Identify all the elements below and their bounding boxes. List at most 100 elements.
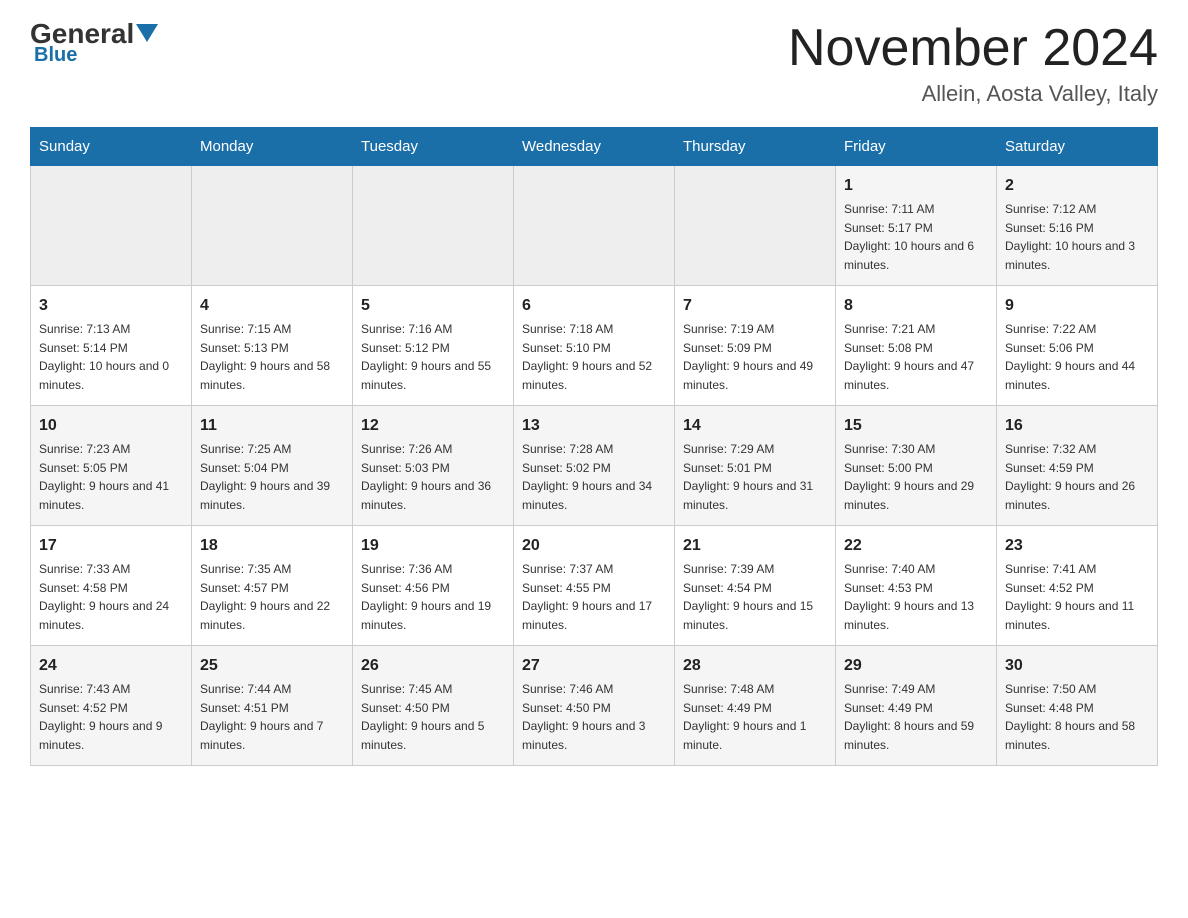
- calendar-cell: 25Sunrise: 7:44 AM Sunset: 4:51 PM Dayli…: [192, 646, 353, 766]
- calendar-cell: 21Sunrise: 7:39 AM Sunset: 4:54 PM Dayli…: [675, 526, 836, 646]
- day-info: Sunrise: 7:43 AM Sunset: 4:52 PM Dayligh…: [39, 680, 183, 754]
- day-number: 27: [522, 654, 666, 678]
- day-number: 28: [683, 654, 827, 678]
- col-tuesday: Tuesday: [353, 128, 514, 166]
- calendar-cell: [353, 166, 514, 286]
- calendar-cell: 13Sunrise: 7:28 AM Sunset: 5:02 PM Dayli…: [514, 406, 675, 526]
- calendar-row: 1Sunrise: 7:11 AM Sunset: 5:17 PM Daylig…: [31, 166, 1158, 286]
- calendar-cell: 20Sunrise: 7:37 AM Sunset: 4:55 PM Dayli…: [514, 526, 675, 646]
- calendar-header: Sunday Monday Tuesday Wednesday Thursday…: [31, 128, 1158, 166]
- day-number: 30: [1005, 654, 1149, 678]
- calendar-cell: [675, 166, 836, 286]
- calendar-cell: 2Sunrise: 7:12 AM Sunset: 5:16 PM Daylig…: [997, 166, 1158, 286]
- day-info: Sunrise: 7:18 AM Sunset: 5:10 PM Dayligh…: [522, 320, 666, 394]
- calendar-cell: 17Sunrise: 7:33 AM Sunset: 4:58 PM Dayli…: [31, 526, 192, 646]
- day-number: 16: [1005, 414, 1149, 438]
- day-info: Sunrise: 7:30 AM Sunset: 5:00 PM Dayligh…: [844, 440, 988, 514]
- calendar-cell: 22Sunrise: 7:40 AM Sunset: 4:53 PM Dayli…: [836, 526, 997, 646]
- calendar-cell: 9Sunrise: 7:22 AM Sunset: 5:06 PM Daylig…: [997, 286, 1158, 406]
- day-info: Sunrise: 7:19 AM Sunset: 5:09 PM Dayligh…: [683, 320, 827, 394]
- day-number: 7: [683, 294, 827, 318]
- calendar-cell: 11Sunrise: 7:25 AM Sunset: 5:04 PM Dayli…: [192, 406, 353, 526]
- day-number: 22: [844, 534, 988, 558]
- day-info: Sunrise: 7:35 AM Sunset: 4:57 PM Dayligh…: [200, 560, 344, 634]
- calendar-cell: 8Sunrise: 7:21 AM Sunset: 5:08 PM Daylig…: [836, 286, 997, 406]
- day-number: 3: [39, 294, 183, 318]
- calendar-cell: 15Sunrise: 7:30 AM Sunset: 5:00 PM Dayli…: [836, 406, 997, 526]
- day-info: Sunrise: 7:21 AM Sunset: 5:08 PM Dayligh…: [844, 320, 988, 394]
- day-info: Sunrise: 7:33 AM Sunset: 4:58 PM Dayligh…: [39, 560, 183, 634]
- day-number: 21: [683, 534, 827, 558]
- day-number: 9: [1005, 294, 1149, 318]
- calendar-cell: 29Sunrise: 7:49 AM Sunset: 4:49 PM Dayli…: [836, 646, 997, 766]
- calendar-cell: 16Sunrise: 7:32 AM Sunset: 4:59 PM Dayli…: [997, 406, 1158, 526]
- day-number: 5: [361, 294, 505, 318]
- calendar-cell: [192, 166, 353, 286]
- calendar-cell: 23Sunrise: 7:41 AM Sunset: 4:52 PM Dayli…: [997, 526, 1158, 646]
- day-number: 24: [39, 654, 183, 678]
- day-info: Sunrise: 7:32 AM Sunset: 4:59 PM Dayligh…: [1005, 440, 1149, 514]
- day-number: 6: [522, 294, 666, 318]
- logo: General Blue: [30, 20, 158, 67]
- day-number: 20: [522, 534, 666, 558]
- day-info: Sunrise: 7:41 AM Sunset: 4:52 PM Dayligh…: [1005, 560, 1149, 634]
- col-saturday: Saturday: [997, 128, 1158, 166]
- calendar-cell: 3Sunrise: 7:13 AM Sunset: 5:14 PM Daylig…: [31, 286, 192, 406]
- calendar-cell: [514, 166, 675, 286]
- calendar-table: Sunday Monday Tuesday Wednesday Thursday…: [30, 127, 1158, 766]
- calendar-cell: 27Sunrise: 7:46 AM Sunset: 4:50 PM Dayli…: [514, 646, 675, 766]
- day-info: Sunrise: 7:39 AM Sunset: 4:54 PM Dayligh…: [683, 560, 827, 634]
- day-info: Sunrise: 7:12 AM Sunset: 5:16 PM Dayligh…: [1005, 200, 1149, 274]
- day-number: 8: [844, 294, 988, 318]
- day-info: Sunrise: 7:15 AM Sunset: 5:13 PM Dayligh…: [200, 320, 344, 394]
- title-area: November 2024 Allein, Aosta Valley, Ital…: [788, 20, 1158, 107]
- day-number: 10: [39, 414, 183, 438]
- day-number: 18: [200, 534, 344, 558]
- day-info: Sunrise: 7:50 AM Sunset: 4:48 PM Dayligh…: [1005, 680, 1149, 754]
- day-info: Sunrise: 7:37 AM Sunset: 4:55 PM Dayligh…: [522, 560, 666, 634]
- calendar-row: 3Sunrise: 7:13 AM Sunset: 5:14 PM Daylig…: [31, 286, 1158, 406]
- day-info: Sunrise: 7:36 AM Sunset: 4:56 PM Dayligh…: [361, 560, 505, 634]
- day-info: Sunrise: 7:28 AM Sunset: 5:02 PM Dayligh…: [522, 440, 666, 514]
- location-title: Allein, Aosta Valley, Italy: [788, 81, 1158, 107]
- day-number: 15: [844, 414, 988, 438]
- day-number: 2: [1005, 174, 1149, 198]
- calendar-cell: [31, 166, 192, 286]
- logo-blue: Blue: [34, 44, 77, 67]
- day-number: 23: [1005, 534, 1149, 558]
- calendar-cell: 18Sunrise: 7:35 AM Sunset: 4:57 PM Dayli…: [192, 526, 353, 646]
- calendar-row: 10Sunrise: 7:23 AM Sunset: 5:05 PM Dayli…: [31, 406, 1158, 526]
- calendar-cell: 19Sunrise: 7:36 AM Sunset: 4:56 PM Dayli…: [353, 526, 514, 646]
- calendar-body: 1Sunrise: 7:11 AM Sunset: 5:17 PM Daylig…: [31, 166, 1158, 766]
- day-info: Sunrise: 7:49 AM Sunset: 4:49 PM Dayligh…: [844, 680, 988, 754]
- day-info: Sunrise: 7:26 AM Sunset: 5:03 PM Dayligh…: [361, 440, 505, 514]
- day-number: 19: [361, 534, 505, 558]
- calendar-cell: 1Sunrise: 7:11 AM Sunset: 5:17 PM Daylig…: [836, 166, 997, 286]
- calendar-cell: 26Sunrise: 7:45 AM Sunset: 4:50 PM Dayli…: [353, 646, 514, 766]
- logo-icon: [136, 24, 158, 42]
- calendar-cell: 7Sunrise: 7:19 AM Sunset: 5:09 PM Daylig…: [675, 286, 836, 406]
- calendar-cell: 4Sunrise: 7:15 AM Sunset: 5:13 PM Daylig…: [192, 286, 353, 406]
- calendar-cell: 5Sunrise: 7:16 AM Sunset: 5:12 PM Daylig…: [353, 286, 514, 406]
- col-monday: Monday: [192, 128, 353, 166]
- col-friday: Friday: [836, 128, 997, 166]
- day-number: 11: [200, 414, 344, 438]
- day-info: Sunrise: 7:22 AM Sunset: 5:06 PM Dayligh…: [1005, 320, 1149, 394]
- day-number: 25: [200, 654, 344, 678]
- day-number: 4: [200, 294, 344, 318]
- day-info: Sunrise: 7:45 AM Sunset: 4:50 PM Dayligh…: [361, 680, 505, 754]
- calendar-cell: 30Sunrise: 7:50 AM Sunset: 4:48 PM Dayli…: [997, 646, 1158, 766]
- day-number: 17: [39, 534, 183, 558]
- calendar-cell: 14Sunrise: 7:29 AM Sunset: 5:01 PM Dayli…: [675, 406, 836, 526]
- month-title: November 2024: [788, 20, 1158, 77]
- day-info: Sunrise: 7:16 AM Sunset: 5:12 PM Dayligh…: [361, 320, 505, 394]
- day-number: 29: [844, 654, 988, 678]
- page-header: General Blue November 2024 Allein, Aosta…: [30, 20, 1158, 107]
- day-info: Sunrise: 7:13 AM Sunset: 5:14 PM Dayligh…: [39, 320, 183, 394]
- calendar-cell: 10Sunrise: 7:23 AM Sunset: 5:05 PM Dayli…: [31, 406, 192, 526]
- col-thursday: Thursday: [675, 128, 836, 166]
- day-number: 1: [844, 174, 988, 198]
- day-info: Sunrise: 7:25 AM Sunset: 5:04 PM Dayligh…: [200, 440, 344, 514]
- calendar-cell: 6Sunrise: 7:18 AM Sunset: 5:10 PM Daylig…: [514, 286, 675, 406]
- col-sunday: Sunday: [31, 128, 192, 166]
